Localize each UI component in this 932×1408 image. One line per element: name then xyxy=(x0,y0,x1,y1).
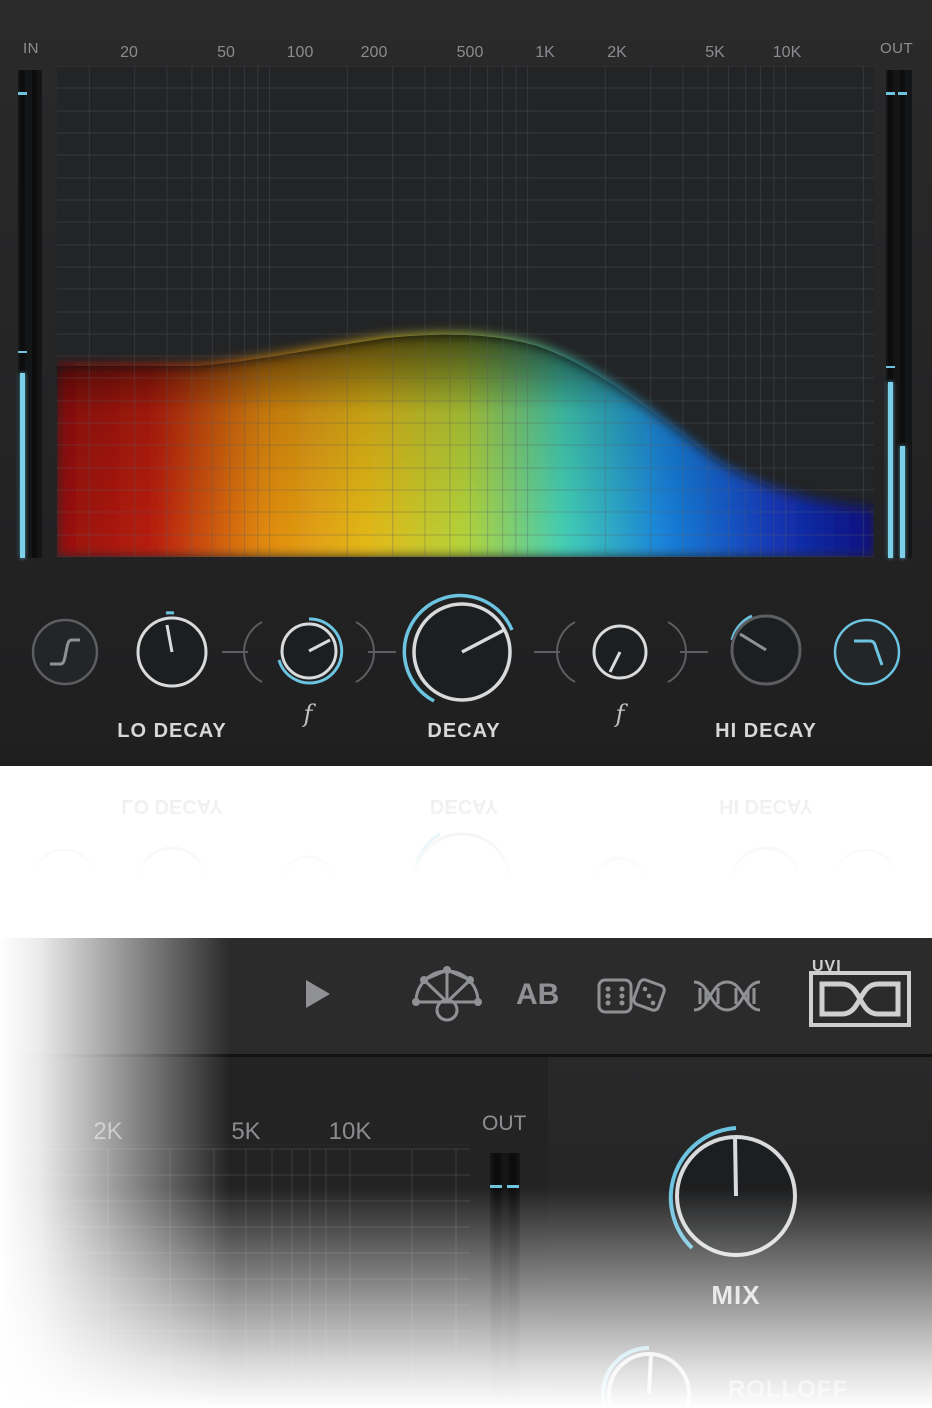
high-shelf-toggle-button[interactable] xyxy=(832,617,902,687)
freq-label: 20 xyxy=(120,44,138,61)
output-meter-level-left xyxy=(888,382,893,558)
hi-frequency-knob[interactable] xyxy=(588,620,652,684)
lo-frequency-label: f xyxy=(303,700,313,728)
output-meter xyxy=(886,70,912,558)
rolloff-label: ROLLOFF xyxy=(727,1376,849,1403)
output-meter-label: OUT xyxy=(880,40,914,57)
lo-decay-label: LO DECAY xyxy=(117,720,227,742)
uvi-logo[interactable] xyxy=(808,970,912,1028)
mix-label: MIX xyxy=(711,1280,761,1310)
freq-label: 2K xyxy=(93,1118,123,1145)
decay-spectrum-display[interactable] xyxy=(57,66,874,557)
play-icon[interactable] xyxy=(300,974,336,1014)
dna-icon[interactable] xyxy=(690,976,764,1016)
mix-knob[interactable] xyxy=(656,1118,816,1278)
hi-decay-knob[interactable] xyxy=(724,608,808,692)
freq-label: 50 xyxy=(217,44,235,61)
hi-decay-label: HI DECAY xyxy=(715,720,817,742)
dice-icon[interactable] xyxy=(596,976,666,1016)
freq-label: 10K xyxy=(772,44,802,61)
panel-reflection: LO DECAY DECAY HI DECAY xyxy=(0,766,932,896)
decay-label: DECAY xyxy=(427,720,501,742)
freq-label: 5K xyxy=(705,44,725,61)
freq-label: 100 xyxy=(286,44,314,61)
freq-label: 10K xyxy=(328,1118,372,1145)
network-icon[interactable] xyxy=(410,964,484,1026)
input-meter-level xyxy=(20,373,25,558)
lo-decay-knob[interactable] xyxy=(130,605,214,695)
ab-compare-button[interactable]: AB xyxy=(516,978,559,1012)
rolloff-knob[interactable] xyxy=(594,1334,704,1408)
freq-label: 2K xyxy=(607,44,627,61)
freq-label: 5K xyxy=(231,1118,261,1145)
hi-frequency-label: f xyxy=(615,700,625,728)
zoomed-panel: AB UVI 2K 5K 10K OUT MIX ROLLOFF xyxy=(0,938,932,1408)
toolbar: AB UVI xyxy=(0,938,932,1057)
input-meter-label: IN xyxy=(23,40,39,57)
decay-knob[interactable] xyxy=(400,590,524,714)
zoomed-output-meter-label: OUT xyxy=(482,1112,527,1135)
output-meter-level-right xyxy=(900,446,905,558)
low-shelf-toggle-button[interactable] xyxy=(30,617,100,687)
zoomed-grid xyxy=(20,1144,520,1408)
freq-label: 500 xyxy=(456,44,484,61)
freq-label: 1K xyxy=(535,44,555,61)
input-meter xyxy=(18,70,42,558)
lo-frequency-knob[interactable] xyxy=(272,614,346,688)
freq-label: 200 xyxy=(360,44,388,61)
reverb-panel: IN OUT 20 50 100 200 500 1K 2K 5K 10K LO… xyxy=(0,0,932,766)
